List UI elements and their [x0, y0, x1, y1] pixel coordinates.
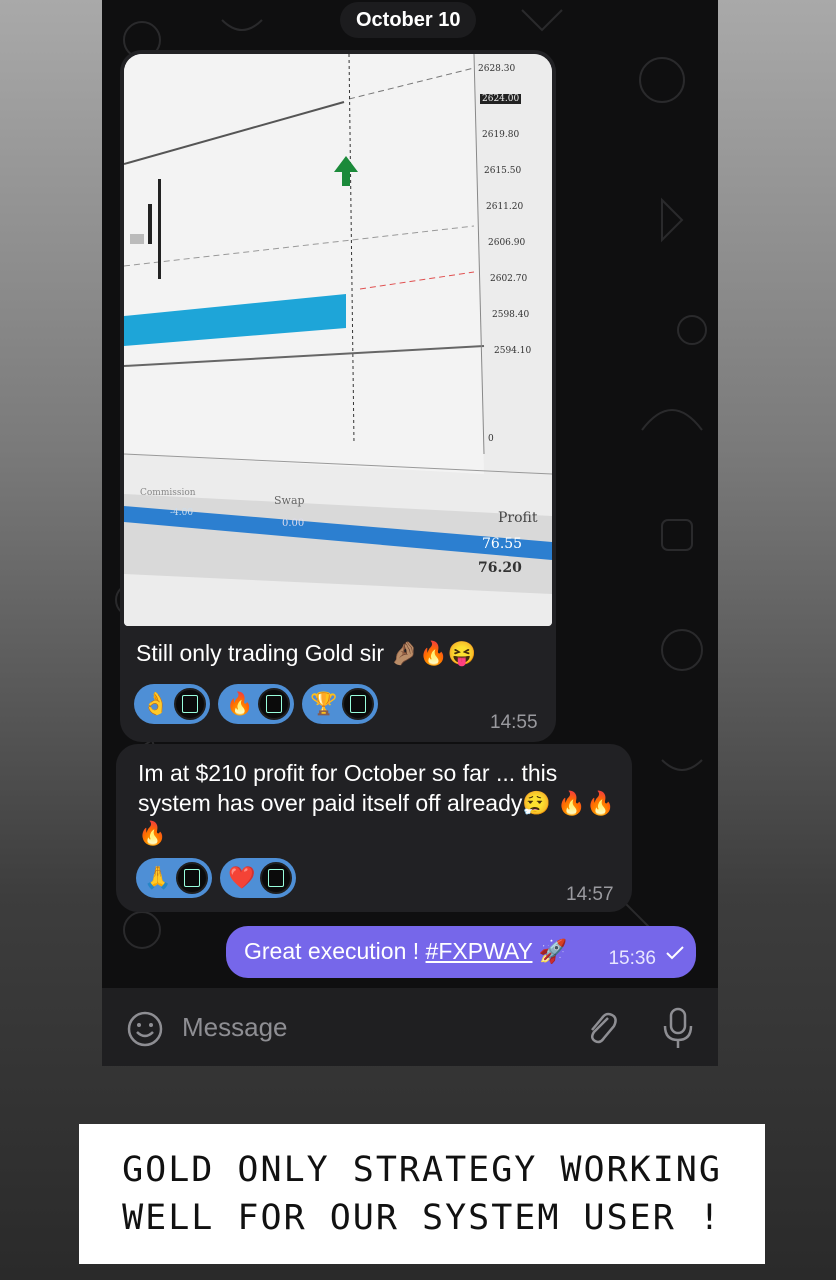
message-text: Still only trading Gold sir 🤌🏽🔥😝 [136, 640, 477, 666]
outgoing-message[interactable]: Great execution ! #FXPWAY 🚀 15:36 [226, 926, 696, 978]
reactions: 👌 🔥 🏆 [134, 684, 378, 724]
hashtag-link[interactable]: #FXPWAY [426, 938, 533, 964]
price-tick: 0 [488, 434, 494, 444]
caption-line-2: WELL FOR OUR SYSTEM USER ! [122, 1198, 722, 1238]
chat-screen: October 10 2628.30 2624.00 2619.80 2615.… [102, 0, 718, 1066]
price-tick: 2628.30 [478, 64, 516, 74]
commission-header: Commission [140, 488, 196, 498]
emoji-icon[interactable] [126, 1010, 164, 1048]
price-tick: 2611.20 [486, 202, 524, 212]
reaction-pray[interactable]: 🙏 [136, 858, 212, 898]
incoming-message-photo[interactable]: 2628.30 2624.00 2619.80 2615.50 2611.20 … [120, 50, 556, 742]
message-time: 14:57 [566, 884, 614, 905]
caption-line-1: GOLD ONLY STRATEGY WORKING [122, 1150, 722, 1190]
avatar [260, 862, 292, 894]
price-axis: 2628.30 2624.00 2619.80 2615.50 2611.20 … [474, 64, 552, 364]
price-tick: 2606.90 [488, 238, 526, 248]
price-tick: 2602.70 [490, 274, 528, 284]
incoming-message[interactable]: Im at $210 profit for October so far ...… [116, 744, 632, 912]
price-tick: 2624.00 [480, 94, 522, 104]
avatar [258, 688, 290, 720]
reaction-fire[interactable]: 🔥 [218, 684, 294, 724]
price-tick: 2615.50 [484, 166, 522, 176]
swap-value: 0.00 [282, 518, 305, 529]
avatar [174, 688, 206, 720]
reaction-trophy[interactable]: 🏆 [302, 684, 378, 724]
message-text: Im at $210 profit for October so far ...… [138, 760, 615, 846]
price-tick: 2594.10 [494, 346, 532, 356]
reaction-heart[interactable]: ❤️ [220, 858, 296, 898]
avatar [176, 862, 208, 894]
message-time: 14:55 [490, 712, 538, 733]
profit-header: Profit [498, 510, 538, 526]
date-separator: October 10 [340, 2, 477, 38]
microphone-icon[interactable] [660, 1006, 696, 1050]
total-profit: 76.20 [478, 560, 522, 576]
message-input[interactable]: Message [182, 1012, 288, 1043]
swap-header: Swap [274, 494, 305, 507]
trophy-icon: 🏆 [310, 691, 338, 716]
price-tick: 2619.80 [482, 130, 520, 140]
pray-icon: 🙏 [144, 865, 172, 890]
reaction-ok-hand[interactable]: 👌 [134, 684, 210, 724]
ok-hand-icon: 👌 [142, 691, 170, 716]
avatar [342, 688, 374, 720]
fire-icon: 🔥 [226, 691, 254, 716]
message-text-prefix: Great execution ! [244, 938, 426, 964]
reactions: 🙏 ❤️ [136, 858, 296, 898]
paperclip-icon[interactable] [582, 1008, 620, 1048]
message-text: Great execution ! #FXPWAY 🚀 [244, 938, 568, 965]
message-composer: Message [102, 988, 718, 1066]
message-time: 15:36 [608, 948, 656, 969]
trading-screenshot-photo[interactable]: 2628.30 2624.00 2619.80 2615.50 2611.20 … [124, 54, 552, 626]
rocket-icon: 🚀 [538, 938, 568, 964]
commission-value: -4.00 [170, 508, 194, 518]
story-caption: GOLD ONLY STRATEGY WORKING WELL FOR OUR … [79, 1124, 765, 1264]
sent-check-icon [666, 946, 684, 960]
profit-value: 76.55 [482, 536, 523, 552]
heart-icon: ❤️ [228, 865, 256, 890]
price-tick: 2598.40 [492, 310, 530, 320]
